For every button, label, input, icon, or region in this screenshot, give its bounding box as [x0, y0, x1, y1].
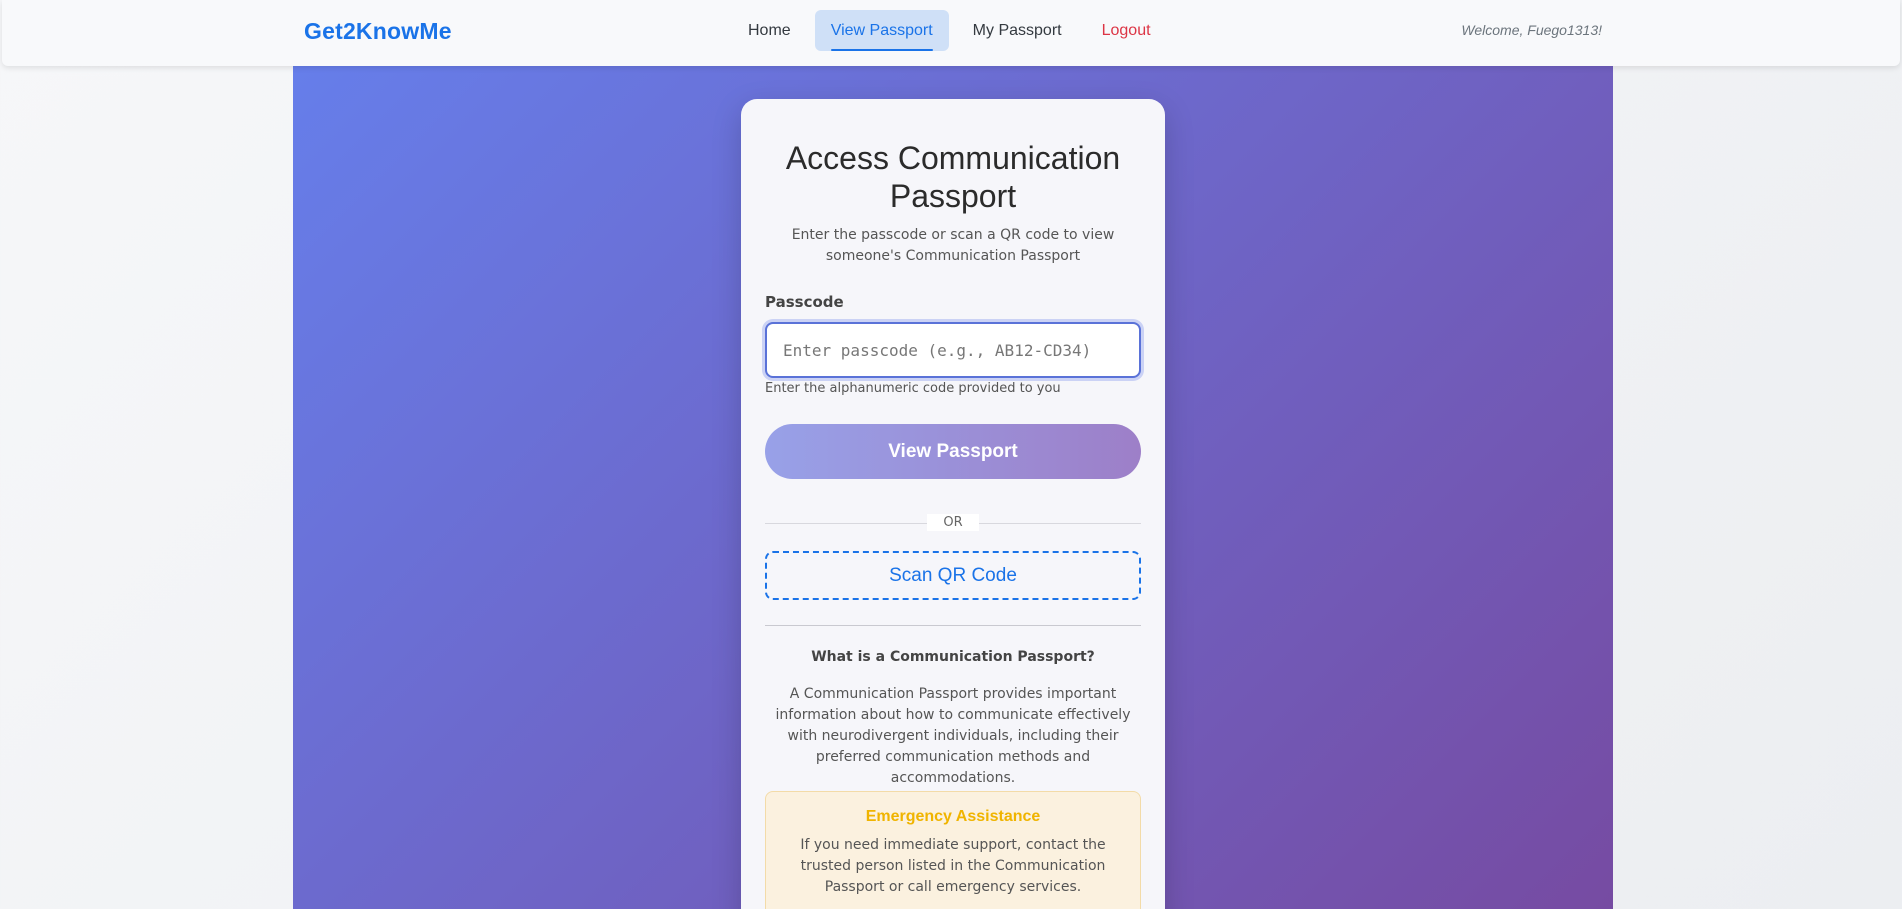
nav-logout[interactable]: Logout — [1086, 10, 1167, 51]
nav-links: Home View Passport My Passport Logout — [732, 10, 1167, 51]
nav-view-passport[interactable]: View Passport — [814, 10, 949, 51]
view-passport-button[interactable]: View Passport — [765, 424, 1141, 479]
info-heading: What is a Communication Passport? — [811, 649, 1095, 665]
passcode-help-text: Enter the alphanumeric code provided to … — [765, 381, 1061, 396]
nav-home[interactable]: Home — [732, 10, 807, 51]
emergency-heading: Emergency Assistance — [865, 808, 1041, 825]
or-divider-text: OR — [927, 514, 979, 531]
page-subtitle: Enter the passcode or scan a QR code to … — [791, 227, 1115, 264]
passcode-label: Passcode — [765, 293, 844, 311]
welcome-message: Welcome, Fuego1313! — [1461, 22, 1602, 38]
passcode-input[interactable] — [765, 322, 1141, 378]
scan-qr-button[interactable]: Scan QR Code — [765, 551, 1141, 600]
emergency-description: If you need immediate support, contact t… — [800, 837, 1106, 895]
emergency-box: Emergency Assistance If you need immedia… — [765, 791, 1141, 909]
info-description: A Communication Passport provides import… — [775, 686, 1131, 786]
brand-logo[interactable]: Get2KnowMe — [304, 18, 452, 45]
top-navbar: Get2KnowMe Home View Passport My Passpor… — [2, 0, 1900, 66]
access-passport-card: Access Communication Passport Enter the … — [741, 99, 1165, 909]
page-title: Access Communication Passport — [785, 140, 1121, 214]
nav-my-passport[interactable]: My Passport — [957, 10, 1078, 51]
section-divider — [765, 625, 1141, 626]
